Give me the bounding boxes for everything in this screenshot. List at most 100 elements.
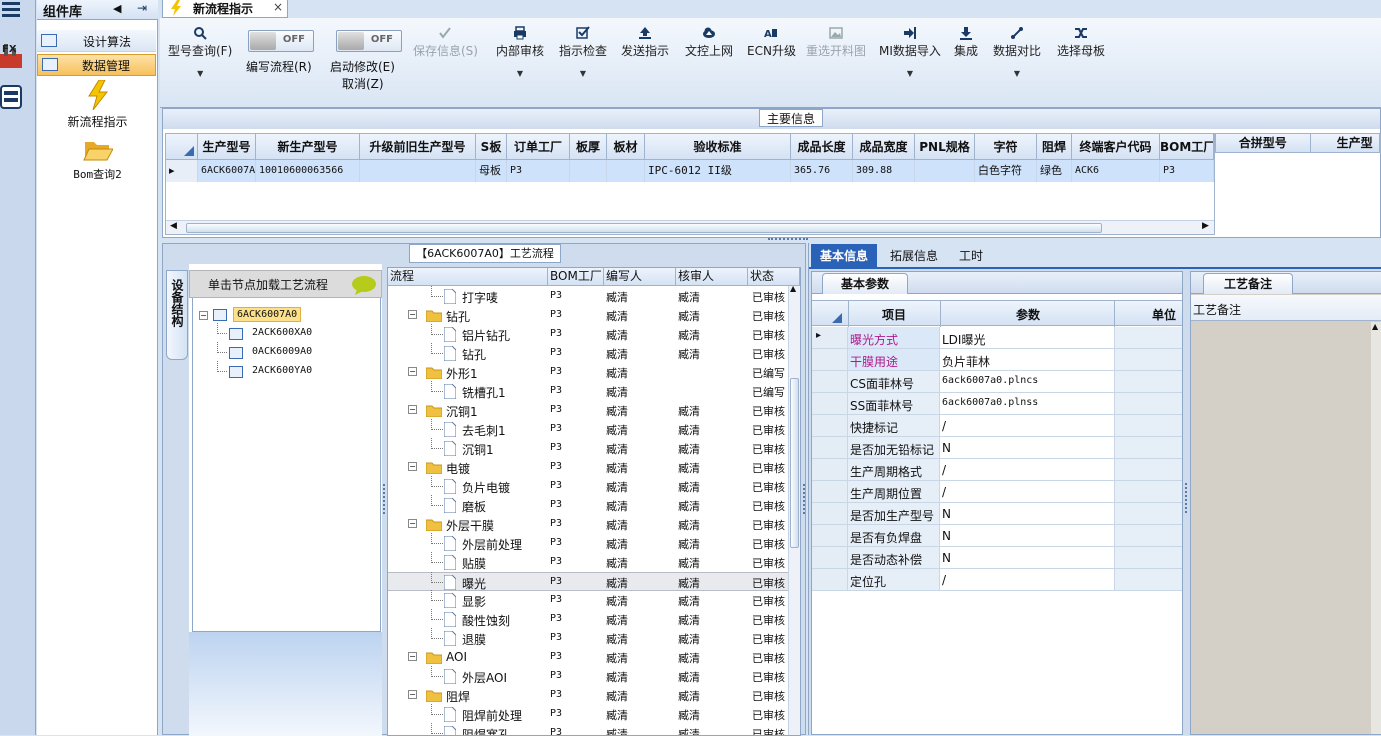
param-value[interactable]: / <box>942 419 946 433</box>
param-value[interactable]: 6ack6007a0.plncs <box>942 375 1038 386</box>
col-header[interactable]: 字符 <box>975 134 1037 159</box>
table-cell[interactable]: P3 <box>1160 160 1214 182</box>
col-header[interactable]: S板 <box>476 134 507 159</box>
flow-row[interactable]: − 阻焊 P3 臧清 臧清 已审核 <box>388 686 798 705</box>
param-value[interactable]: N <box>942 551 951 565</box>
scroll-thumb[interactable] <box>790 378 799 548</box>
toolbar-button-10[interactable]: 选择母板 <box>1057 24 1105 59</box>
flow-row[interactable]: − 电镀 P3 臧清 臧清 已审核 <box>388 458 798 477</box>
param-row[interactable]: 是否有负焊盘 N <box>812 525 1182 547</box>
tab-work-hours[interactable]: 工时 <box>949 244 993 268</box>
toolbar-button-2[interactable]: 指示检查 ▼ <box>559 24 607 78</box>
param-row[interactable]: 是否动态补偿 N <box>812 547 1182 569</box>
edit-flow-toggle[interactable]: OFF <box>248 30 314 52</box>
menu-icon[interactable] <box>2 2 20 17</box>
col-header[interactable]: 板材 <box>607 134 645 159</box>
scroll-left-icon[interactable]: ◀ <box>170 221 177 231</box>
col-header[interactable]: 成品长度 <box>791 134 853 159</box>
cancel-button[interactable]: 取消(Z) <box>342 75 384 92</box>
param-row[interactable]: ▸ 曝光方式 LDI曝光 <box>812 327 1182 349</box>
tab-process-notes[interactable]: 工艺备注 <box>1203 273 1293 294</box>
tab-basic-info[interactable]: 基本信息 <box>811 244 877 268</box>
equipment-side-tab[interactable]: 设备结构 <box>166 270 188 360</box>
toolbar-button-4[interactable]: 文控上网 <box>685 24 733 59</box>
table-cell[interactable]: IPC-6012 II级 <box>645 160 791 182</box>
col-header[interactable]: 核审人 <box>676 268 748 285</box>
enable-modify-toggle[interactable]: OFF <box>336 30 402 52</box>
param-row[interactable]: SS面菲林号 6ack6007a0.plnss <box>812 393 1182 415</box>
flow-row[interactable]: 阻焊塞孔 P3 臧清 臧清 已审核 <box>388 723 798 735</box>
col-header[interactable]: 阻焊 <box>1037 134 1072 159</box>
pin-icon[interactable]: ⇥ <box>137 1 147 15</box>
param-value[interactable]: 6ack6007a0.plnss <box>942 397 1038 408</box>
col-header[interactable]: 订单工厂 <box>507 134 570 159</box>
tab-extended-info[interactable]: 拓展信息 <box>881 244 947 268</box>
scroll-thumb[interactable] <box>186 223 1102 233</box>
scroll-up-icon[interactable]: ▲ <box>1372 322 1378 331</box>
col-header[interactable]: 终端客户代码 <box>1072 134 1160 159</box>
col-header[interactable]: 验收标准 <box>645 134 791 159</box>
toolbar-button-0[interactable]: 保存信息(S) <box>413 24 478 59</box>
param-row[interactable]: 是否加无铅标记 N <box>812 437 1182 459</box>
bom-query-tool[interactable]: Bom查询2 <box>55 138 140 186</box>
col-header[interactable]: BOM工厂 <box>548 268 604 285</box>
col-header[interactable]: 成品宽度 <box>853 134 915 159</box>
param-value[interactable]: N <box>942 441 951 455</box>
machine-icon[interactable] <box>0 82 24 112</box>
tree-node[interactable]: 2ACK600XA0 <box>217 323 369 343</box>
splitter-detail[interactable] <box>1185 483 1188 513</box>
tree-expander-icon[interactable]: − <box>408 519 417 528</box>
flow-row[interactable]: 阻焊前处理 P3 臧清 臧清 已审核 <box>388 704 798 724</box>
horizontal-scrollbar[interactable]: ◀ ▶ <box>166 220 1214 234</box>
table-cell[interactable]: 绿色 <box>1037 160 1072 182</box>
flow-row[interactable]: 负片电镀 P3 臧清 臧清 已审核 <box>388 476 798 496</box>
param-value[interactable]: N <box>942 529 951 543</box>
vertical-scrollbar[interactable]: ▲ <box>788 284 800 735</box>
flow-row[interactable]: 贴膜 P3 臧清 臧清 已审核 <box>388 552 798 572</box>
table-cell[interactable]: 365.76 <box>791 160 853 182</box>
tree-node[interactable]: 0ACK6009A0 <box>217 342 369 362</box>
flow-row[interactable]: − 外层干膜 P3 臧清 臧清 已审核 <box>388 515 798 534</box>
table-cell[interactable]: 母板 <box>476 160 507 182</box>
table-cell[interactable] <box>915 160 975 182</box>
splitter-handle[interactable] <box>768 238 808 241</box>
tree-expander-icon[interactable]: − <box>199 311 208 320</box>
flow-row[interactable]: 显影 P3 臧清 臧清 已审核 <box>388 590 798 610</box>
tree-expander-icon[interactable]: − <box>408 462 417 471</box>
table-cell[interactable] <box>607 160 645 182</box>
param-row[interactable]: 生产周期位置 / <box>812 481 1182 503</box>
tree-expander-icon[interactable]: − <box>408 652 417 661</box>
close-icon[interactable]: × <box>273 0 283 14</box>
flow-row[interactable]: 酸性蚀刻 P3 臧清 臧清 已审核 <box>388 609 798 629</box>
new-flow-tool[interactable]: 新流程指示 <box>55 80 140 130</box>
param-row[interactable]: 干膜用途 负片菲林 <box>812 349 1182 371</box>
col-header[interactable]: 新生产型号 <box>256 134 360 159</box>
scroll-up-icon[interactable]: ▲ <box>790 284 796 293</box>
param-row[interactable]: 是否加生产型号 N <box>812 503 1182 525</box>
flow-row[interactable]: 曝光 P3 臧清 臧清 已审核 <box>388 572 798 591</box>
flow-row[interactable]: 铝片钻孔 P3 臧清 臧清 已审核 <box>388 324 798 344</box>
col-header[interactable]: 板厚 <box>570 134 607 159</box>
col-header[interactable]: 流程 <box>388 268 548 285</box>
table-cell[interactable]: 309.88 <box>853 160 915 182</box>
subtab-basic-params[interactable]: 基本参数 <box>822 273 908 294</box>
table-cell[interactable]: 10010600063566 <box>256 160 360 182</box>
splitter-left[interactable] <box>383 484 386 514</box>
flow-row[interactable]: − 沉铜1 P3 臧清 臧清 已审核 <box>388 401 798 420</box>
flow-row[interactable]: − 钻孔 P3 臧清 臧清 已审核 <box>388 306 798 325</box>
table-cell[interactable] <box>570 160 607 182</box>
notes-textarea[interactable] <box>1191 322 1371 734</box>
tree-expander-icon[interactable]: − <box>408 690 417 699</box>
model-query-button[interactable]: 型号查询(F) ▼ <box>168 24 232 78</box>
table-row[interactable]: ▸ 6ACK6007A0 10010600063566 母板 P3 IPC-6012 I… <box>166 160 1214 182</box>
param-value[interactable]: / <box>942 463 946 477</box>
param-row[interactable]: CS面菲林号 6ack6007a0.plncs <box>812 371 1182 393</box>
table-cell[interactable] <box>360 160 476 182</box>
splitter-right[interactable] <box>803 484 806 514</box>
table-cell[interactable]: 白色字符 <box>975 160 1037 182</box>
sidebar-item-data[interactable]: 数据管理 <box>37 54 156 76</box>
tree-expander-icon[interactable]: − <box>408 310 417 319</box>
flow-row[interactable]: 打字唛 P3 臧清 臧清 已审核 <box>388 286 798 306</box>
toolbar-button-8[interactable]: 集成 <box>954 24 978 59</box>
flow-row[interactable]: 铣槽孔1 P3 臧清 已编写 <box>388 381 798 401</box>
